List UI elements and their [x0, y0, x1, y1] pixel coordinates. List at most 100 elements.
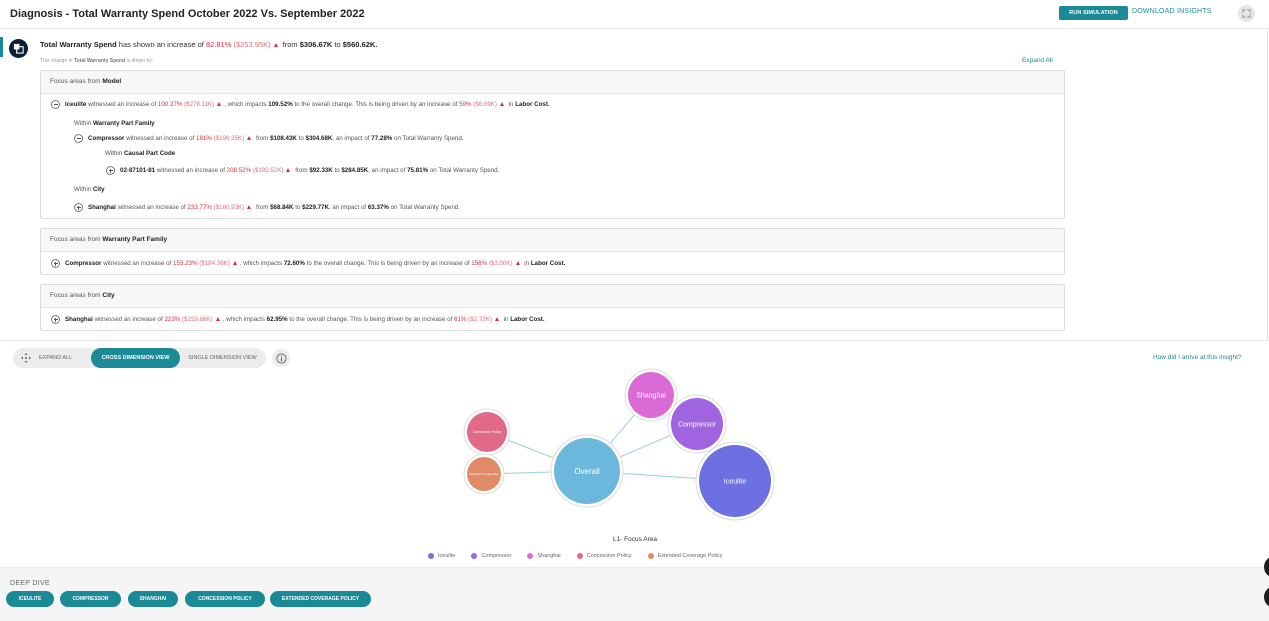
row-name: Compressor	[88, 135, 125, 142]
deep-dive-title: DEEP DIVE	[10, 580, 50, 587]
row-impact: 63.37%	[367, 204, 389, 211]
focus-row-part-code: 02-87101-81 witnessed an increase of 208…	[106, 166, 499, 175]
row-name: Shanghai	[65, 316, 93, 323]
summary-note: This change in Total Warranty Spend is d…	[40, 58, 153, 64]
row-text: witnessed an increase of	[156, 167, 225, 174]
row-name: 02-87101-81	[120, 167, 156, 174]
row-text: , which impacts	[239, 260, 283, 267]
focus-card-part-family: Focus areas from Warranty Part Family Co…	[40, 228, 1065, 275]
legend-label: Iceulite	[438, 552, 456, 559]
focus-card-model: Focus areas from Model Iceulite witnesse…	[40, 70, 1065, 219]
deep-dive-chip-compressor[interactable]: COMPRESSOR	[60, 591, 121, 607]
focus-row-iceulite: Iceulite witnessed an increase of 100.27…	[51, 100, 550, 109]
expand-all-view-button[interactable]: EXPAND ALL	[13, 348, 86, 368]
row-text: witnessed an increase of	[94, 316, 163, 323]
summary-from: from	[282, 40, 298, 49]
expand-icon[interactable]	[74, 203, 83, 212]
row-driver-abs: ($2.72K)	[468, 316, 492, 323]
row-abs: ($184.36K)	[199, 260, 230, 267]
row-abs: ($278.11K)	[184, 101, 215, 108]
row-text: , an impact of	[328, 204, 367, 211]
cross-dimension-view-tab[interactable]: CROSS DIMENSION VIEW	[91, 348, 180, 368]
card-header-dim: Warranty Part Family	[102, 236, 168, 243]
row-from: $92.33K	[309, 167, 333, 174]
download-insights-button[interactable]: DOWNLOAD INSIGHTS	[1132, 8, 1212, 15]
legend-item-compressor[interactable]: Compressor	[471, 551, 511, 560]
legend-item-shanghai[interactable]: Shanghai	[527, 551, 561, 560]
legend-dot	[527, 552, 534, 559]
card-header-pre: Focus areas from	[50, 292, 101, 299]
row-text: in	[503, 316, 509, 323]
card-header-dim: Model	[102, 78, 122, 85]
note-pre: This change in	[40, 58, 73, 64]
within-label-city: Within City	[74, 186, 105, 193]
focus-row-compressor: Compressor witnessed an increase of 153.…	[51, 259, 565, 268]
row-text: to the overall change. This is being dri…	[306, 260, 470, 267]
increase-arrow-icon	[217, 102, 222, 106]
legend-item-iceulite[interactable]: Iceulite	[428, 551, 455, 560]
focus-row-compressor: Compressor witnessed an increase of 181%…	[74, 134, 464, 143]
row-driver: Labor Cost.	[530, 260, 566, 267]
summary-abs: ($253.95K)	[233, 40, 271, 49]
row-text: from	[255, 204, 269, 211]
focus-area-bubble-chart: Overall Iceulite Compressor Shanghai Concess…	[463, 368, 775, 521]
increase-arrow-icon	[247, 136, 252, 140]
row-impact: 62.95%	[266, 316, 288, 323]
summary-statement: Total Warranty Spend has shown an increa…	[40, 40, 377, 49]
row-text: to the overall change. This is being dri…	[294, 101, 458, 108]
page-header: Diagnosis - Total Warranty Spend October…	[0, 0, 1269, 29]
summary-text: has shown an increase of	[118, 40, 204, 49]
chart-legend: Iceulite Compressor Shanghai Concession Pol…	[428, 551, 738, 560]
collapse-icon[interactable]	[74, 134, 83, 143]
single-dimension-view-tab[interactable]: SINGLE DIMENSION VIEW	[181, 348, 264, 368]
legend-dot	[471, 552, 478, 559]
deep-dive-chip-shanghai[interactable]: SHANGHAI	[128, 591, 178, 607]
row-to: $284.85K	[341, 167, 369, 174]
row-driver-pct: 61%	[454, 316, 467, 323]
increase-arrow-icon	[494, 317, 499, 321]
card-header: Focus areas from Model	[41, 71, 1064, 94]
card-header: Focus areas from City	[41, 285, 1064, 308]
expand-icon[interactable]	[106, 166, 115, 175]
row-text: in	[508, 101, 514, 108]
increase-arrow-icon	[273, 42, 278, 47]
fullscreen-button[interactable]	[1238, 5, 1255, 22]
how-did-i-arrive-link[interactable]: How did I arrive at this insight?	[1153, 354, 1242, 361]
row-text: to	[334, 167, 340, 174]
row-from: $108.43K	[270, 135, 297, 142]
legend-label: Compressor	[481, 552, 512, 559]
expand-icon[interactable]	[51, 315, 60, 324]
info-button[interactable]	[272, 349, 290, 367]
expand-icon[interactable]	[51, 259, 60, 268]
row-text: witnessed an increase of	[126, 135, 195, 142]
focus-card-city: Focus areas from City Shanghai witnessed…	[40, 284, 1065, 331]
deep-dive-chip-iceulite[interactable]: ICEULITE	[6, 591, 54, 607]
focus-row-shanghai: Shanghai witnessed an increase of 223% (…	[51, 315, 545, 324]
info-icon	[275, 352, 287, 364]
increase-arrow-icon	[232, 261, 237, 265]
legend-item-concession-policy[interactable]: Concession Policy	[576, 551, 632, 560]
row-abs: ($160.93K)	[213, 204, 245, 211]
collapse-icon[interactable]	[51, 100, 60, 109]
section-divider	[0, 340, 1269, 341]
legend-item-extended-coverage-policy[interactable]: Extended Coverage Policy	[647, 551, 722, 560]
deep-dive-chip-extended-coverage[interactable]: EXTENDED COVERAGE POLICY	[270, 591, 371, 607]
row-pct: 223%	[164, 316, 181, 323]
page-title: Diagnosis - Total Warranty Spend October…	[10, 8, 365, 20]
within-dim: Warranty Part Family	[92, 120, 155, 127]
legend-dot	[428, 552, 434, 559]
deep-dive-chip-concession-policy[interactable]: CONCESSION POLICY	[185, 591, 265, 607]
summary-accent	[0, 37, 3, 57]
increase-arrow-icon	[499, 102, 504, 106]
row-to: $304.68K	[305, 135, 333, 142]
row-text: in	[524, 260, 530, 267]
row-name: Shanghai	[88, 204, 116, 211]
extended-coverage-policy-label: Extended Coverage Policy	[469, 473, 499, 476]
expand-all-link[interactable]: Expand All	[1022, 57, 1053, 64]
expand-all-view-label: EXPAND ALL	[39, 355, 73, 361]
within-pre: Within	[74, 186, 92, 193]
overall-label: Overall	[574, 467, 600, 476]
card-header-pre: Focus areas from	[50, 78, 101, 85]
row-impact: 77.28%	[371, 135, 393, 142]
run-simulation-button[interactable]: RUN SIMULATION	[1059, 6, 1128, 20]
